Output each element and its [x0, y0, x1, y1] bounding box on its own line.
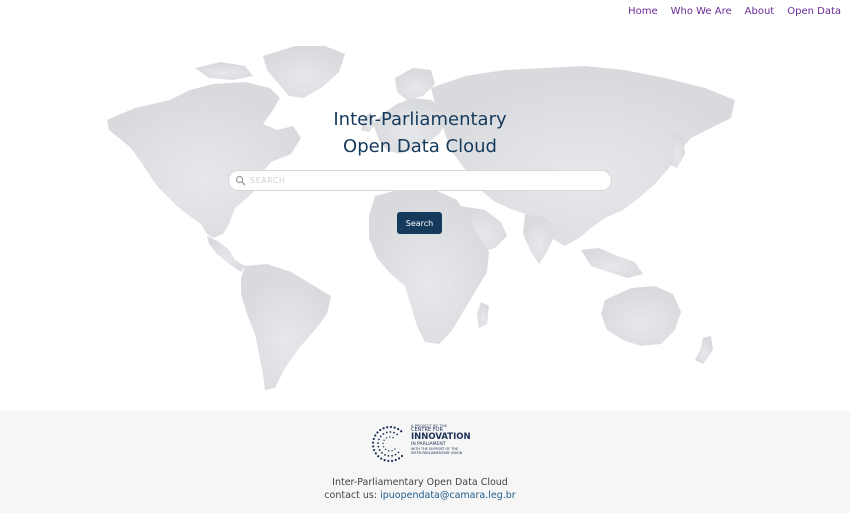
logo-dot — [382, 442, 384, 445]
page-title: Inter-Parliamentary Open Data Cloud — [0, 106, 840, 160]
logo-dot — [377, 438, 380, 441]
logo-dot — [394, 453, 397, 456]
nav-who-we-are-link[interactable]: Who We Are — [671, 6, 732, 17]
top-nav: Home Who We Are About Open Data — [615, 6, 841, 17]
search-input[interactable] — [250, 176, 590, 185]
contact-label: contact us: — [324, 490, 378, 501]
logo-dot — [379, 435, 382, 438]
madagascar-shape — [477, 302, 489, 328]
logo-dot — [397, 457, 401, 460]
logo-dot — [387, 455, 390, 457]
logo-dot — [389, 431, 392, 433]
central-america-shape — [207, 236, 245, 272]
logo-dot — [394, 448, 396, 450]
logo-dot — [374, 434, 377, 437]
logo-dot — [376, 431, 379, 434]
logo-dot — [385, 437, 388, 439]
logo-line5: WITH THE SUPPORT OF THE INTER-PARLIAMENT… — [411, 447, 463, 455]
search-icon — [235, 175, 246, 186]
logo-dot — [377, 455, 380, 458]
logo-dot — [383, 459, 386, 462]
logo-dot — [397, 427, 400, 431]
logo-dot — [393, 431, 395, 434]
new-zealand-shape — [695, 336, 713, 364]
search-button[interactable]: Search — [397, 212, 442, 234]
dotted-circle-logo-icon — [371, 425, 404, 463]
logo-dot — [372, 445, 375, 448]
australia-shape — [601, 286, 681, 346]
logo-dot — [400, 454, 404, 458]
logo-dot — [397, 451, 400, 454]
logo-dot — [382, 427, 385, 430]
logo-dot — [393, 426, 396, 429]
logo-dot — [381, 451, 383, 454]
logo-dot — [371, 441, 375, 444]
logo-dot — [377, 442, 379, 444]
logo-dot — [387, 450, 390, 452]
nav-about-link[interactable]: About — [745, 6, 775, 17]
centre-for-innovation-logo[interactable]: A PROJECT BY THE CENTRE FOR INNOVATION I… — [370, 423, 471, 465]
logo-dot — [384, 453, 386, 456]
logo-dot — [392, 437, 394, 439]
logo-dot — [386, 426, 389, 429]
logo-dot — [373, 448, 376, 452]
logo-dot — [394, 458, 397, 462]
logo-dot — [380, 457, 383, 460]
logo-dot — [384, 448, 387, 451]
logo-dot — [390, 459, 394, 462]
logo-dot — [391, 454, 394, 457]
contact-email-link[interactable]: ipuopendata@camara.leg.br — [380, 490, 516, 501]
greenland-shape — [263, 46, 345, 98]
logo-dot — [377, 445, 380, 448]
logo-dot — [385, 431, 388, 434]
logo-dot — [378, 449, 381, 451]
nav-home-link[interactable]: Home — [628, 6, 658, 17]
logo-dot — [400, 430, 403, 433]
logo-dot — [382, 433, 385, 435]
logo-dot — [387, 459, 390, 463]
search-bar[interactable] — [228, 170, 612, 191]
southeast-asia-shape — [581, 248, 643, 278]
logo-dot — [396, 433, 399, 436]
logo-dot — [374, 452, 377, 455]
footer: A PROJECT BY THE CENTRE FOR INNOVATION I… — [0, 411, 850, 513]
logo-dot — [379, 428, 382, 432]
logo-dot — [389, 436, 391, 438]
page-title-line2: Open Data Cloud — [343, 136, 497, 157]
logo-dot — [372, 437, 375, 441]
south-america-shape — [241, 264, 331, 390]
page-title-line1: Inter-Parliamentary — [333, 109, 507, 130]
arctic-islands-shape — [195, 62, 253, 80]
logo-dot — [382, 446, 385, 448]
logo-dot — [389, 425, 393, 429]
scandinavia-shape — [395, 68, 435, 100]
nav-open-data-link[interactable]: Open Data — [787, 6, 841, 17]
footer-site-name: Inter-Parliamentary Open Data Cloud — [332, 477, 508, 488]
logo-dot — [391, 449, 393, 452]
logo-dot — [383, 439, 385, 441]
footer-contact: contact us: ipuopendata@camara.leg.br — [0, 490, 840, 501]
logo-line3: INNOVATION — [411, 432, 471, 442]
